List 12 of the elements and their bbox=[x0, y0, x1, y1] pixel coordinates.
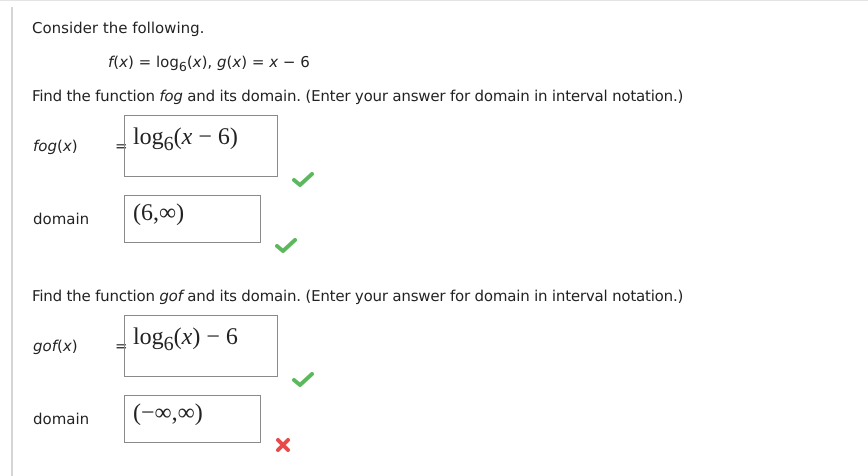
given-functions: f(x) = log$_{6}$(x), g(x) = x − 6 bbox=[108, 53, 311, 73]
answer-field[interactable]: (6,∞) bbox=[124, 195, 261, 243]
answer-field[interactable]: (−∞,∞) bbox=[124, 395, 261, 443]
question-intro: Consider the following. bbox=[32, 19, 206, 39]
instruction-text: Find the function fog and its domain. (Enter your answer for domain in interval notation.) bbox=[32, 87, 684, 105]
answer-label: domain bbox=[32, 410, 90, 428]
answer-label: domain bbox=[32, 210, 90, 228]
answer-field[interactable]: log$_{6}$(x − 6) bbox=[124, 115, 278, 177]
answer-label: gof(x) bbox=[32, 337, 79, 355]
instruction-text: Find the function gof and its domain. (Enter your answer for domain in interval notation.) bbox=[32, 287, 684, 305]
answer-label: fog(x) bbox=[32, 137, 79, 155]
answer-field[interactable]: log$_{6}$(x) − 6 bbox=[124, 315, 278, 377]
